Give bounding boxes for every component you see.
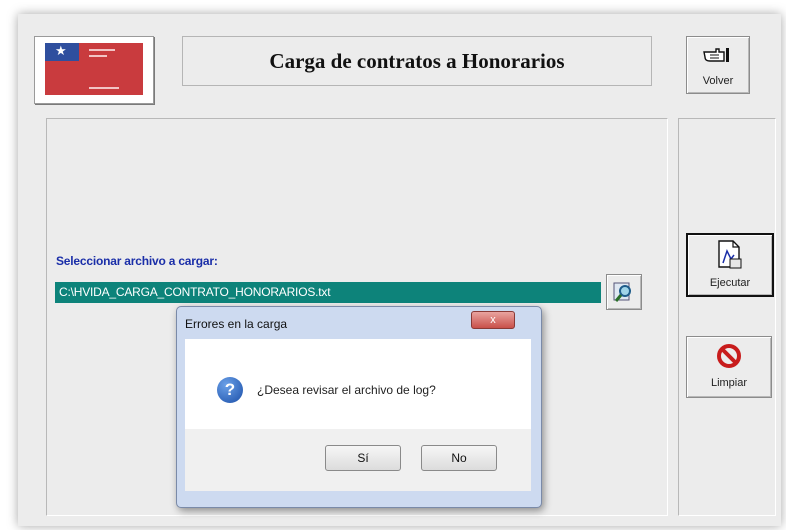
dialog-message: ¿Desea revisar el archivo de log?	[257, 383, 436, 397]
dialog-footer: Sí No	[185, 429, 531, 491]
limpiar-button[interactable]: Limpiar	[686, 336, 772, 398]
close-icon: x	[490, 314, 496, 326]
volver-label: Volver	[702, 75, 734, 87]
dialog-body: ? ¿Desea revisar el archivo de log?	[185, 339, 531, 429]
side-panel	[678, 118, 776, 516]
folder-magnify-icon	[613, 282, 631, 302]
no-button[interactable]: No	[421, 445, 497, 471]
government-logo: ★	[34, 36, 154, 104]
dialog-close-button[interactable]: x	[471, 311, 515, 329]
hand-pointer-icon	[703, 48, 729, 62]
logo-flag: ★	[45, 43, 143, 95]
volver-button[interactable]: Volver	[686, 36, 750, 94]
document-run-icon	[718, 240, 742, 269]
file-path-field[interactable]: C:\HVIDA_CARGA_CONTRATO_HONORARIOS.txt	[55, 282, 601, 303]
browse-button[interactable]	[606, 274, 642, 310]
ejecutar-label: Ejecutar	[709, 277, 751, 289]
file-select-label: Seleccionar archivo a cargar:	[56, 254, 218, 268]
title-panel: Carga de contratos a Honorarios	[182, 36, 652, 86]
ejecutar-button[interactable]: Ejecutar	[686, 233, 774, 297]
app-window: ★ Carga de contratos a Honorarios Volver…	[18, 14, 781, 526]
yes-button[interactable]: Sí	[325, 445, 401, 471]
no-entry-icon	[717, 344, 741, 368]
question-icon: ?	[217, 377, 243, 403]
limpiar-label: Limpiar	[710, 377, 748, 389]
page-title: Carga de contratos a Honorarios	[269, 48, 565, 73]
error-dialog: Errores en la carga x ? ¿Desea revisar e…	[176, 306, 542, 508]
star-icon: ★	[55, 44, 67, 59]
dialog-title: Errores en la carga	[185, 317, 288, 331]
